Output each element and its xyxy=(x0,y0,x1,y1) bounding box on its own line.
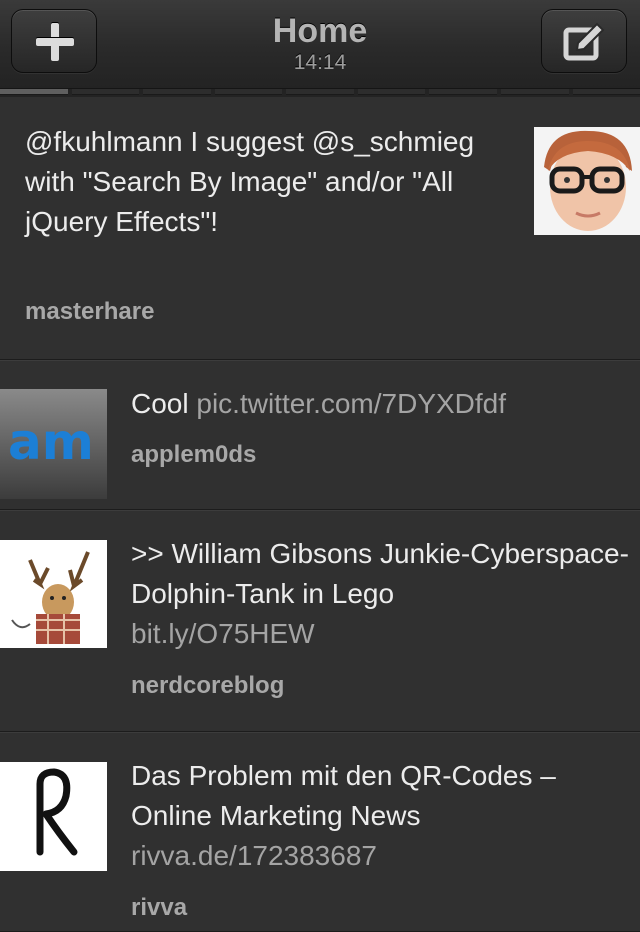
tweet-text: >> William Gibsons Junkie-Cyberspace-Dol… xyxy=(131,534,631,654)
add-button[interactable] xyxy=(11,9,97,73)
page-indicator xyxy=(0,89,640,97)
avatar[interactable] xyxy=(0,762,107,871)
tweet-username[interactable]: nerdcoreblog xyxy=(131,672,284,700)
tweet-text: @fkuhlmann I suggest @s_schmieg with "Se… xyxy=(25,122,495,242)
navigation-bar: Home 14:14 xyxy=(0,0,640,89)
tweet-text: Cool pic.twitter.com/7DYXDfdf xyxy=(131,384,506,424)
compose-icon xyxy=(563,22,607,62)
tweet-text-body: >> William Gibsons Junkie-Cyberspace-Dol… xyxy=(131,538,629,609)
tweet-link[interactable]: rivva.de/172383687 xyxy=(131,840,377,871)
tweet-text: Das Problem mit den QR-Codes – Online Ma… xyxy=(131,756,631,876)
tweet-text-body: Das Problem mit den QR-Codes – Online Ma… xyxy=(131,760,556,831)
applem0ds-logo-image: am xyxy=(0,389,107,499)
tweet-username[interactable]: applem0ds xyxy=(131,441,256,469)
page-indicator-segment xyxy=(72,89,140,95)
page-title: Home xyxy=(170,12,470,51)
avatar-face-image xyxy=(534,127,640,235)
compose-button[interactable] xyxy=(541,9,627,73)
tweet-link[interactable]: bit.ly/O75HEW xyxy=(131,618,315,649)
tweet-username[interactable]: rivva xyxy=(131,894,187,922)
svg-text:am: am xyxy=(8,413,94,471)
tweet-link[interactable]: pic.twitter.com/7DYXDfdf xyxy=(196,388,506,419)
tweet-username[interactable]: masterhare xyxy=(25,298,154,326)
page-indicator-segment xyxy=(358,89,426,95)
page-indicator-segment xyxy=(501,89,569,95)
page-indicator-segment xyxy=(573,89,640,95)
tweet-text-body: Cool xyxy=(131,388,196,419)
avatar[interactable] xyxy=(0,540,107,648)
tweet-cell[interactable]: @fkuhlmann I suggest @s_schmieg with "Se… xyxy=(0,97,640,360)
clock-time: 14:14 xyxy=(170,51,470,75)
page-indicator-segment xyxy=(286,89,354,95)
page-indicator-segment xyxy=(0,89,68,95)
avatar[interactable] xyxy=(534,127,640,235)
page-indicator-segment xyxy=(429,89,497,95)
plus-icon xyxy=(36,23,74,61)
rivva-logo-image xyxy=(0,762,107,871)
page-indicator-segment xyxy=(215,89,283,95)
avatar[interactable]: am xyxy=(0,389,107,499)
reindeer-illustration-image xyxy=(0,540,107,648)
page-indicator-segment xyxy=(143,89,211,95)
